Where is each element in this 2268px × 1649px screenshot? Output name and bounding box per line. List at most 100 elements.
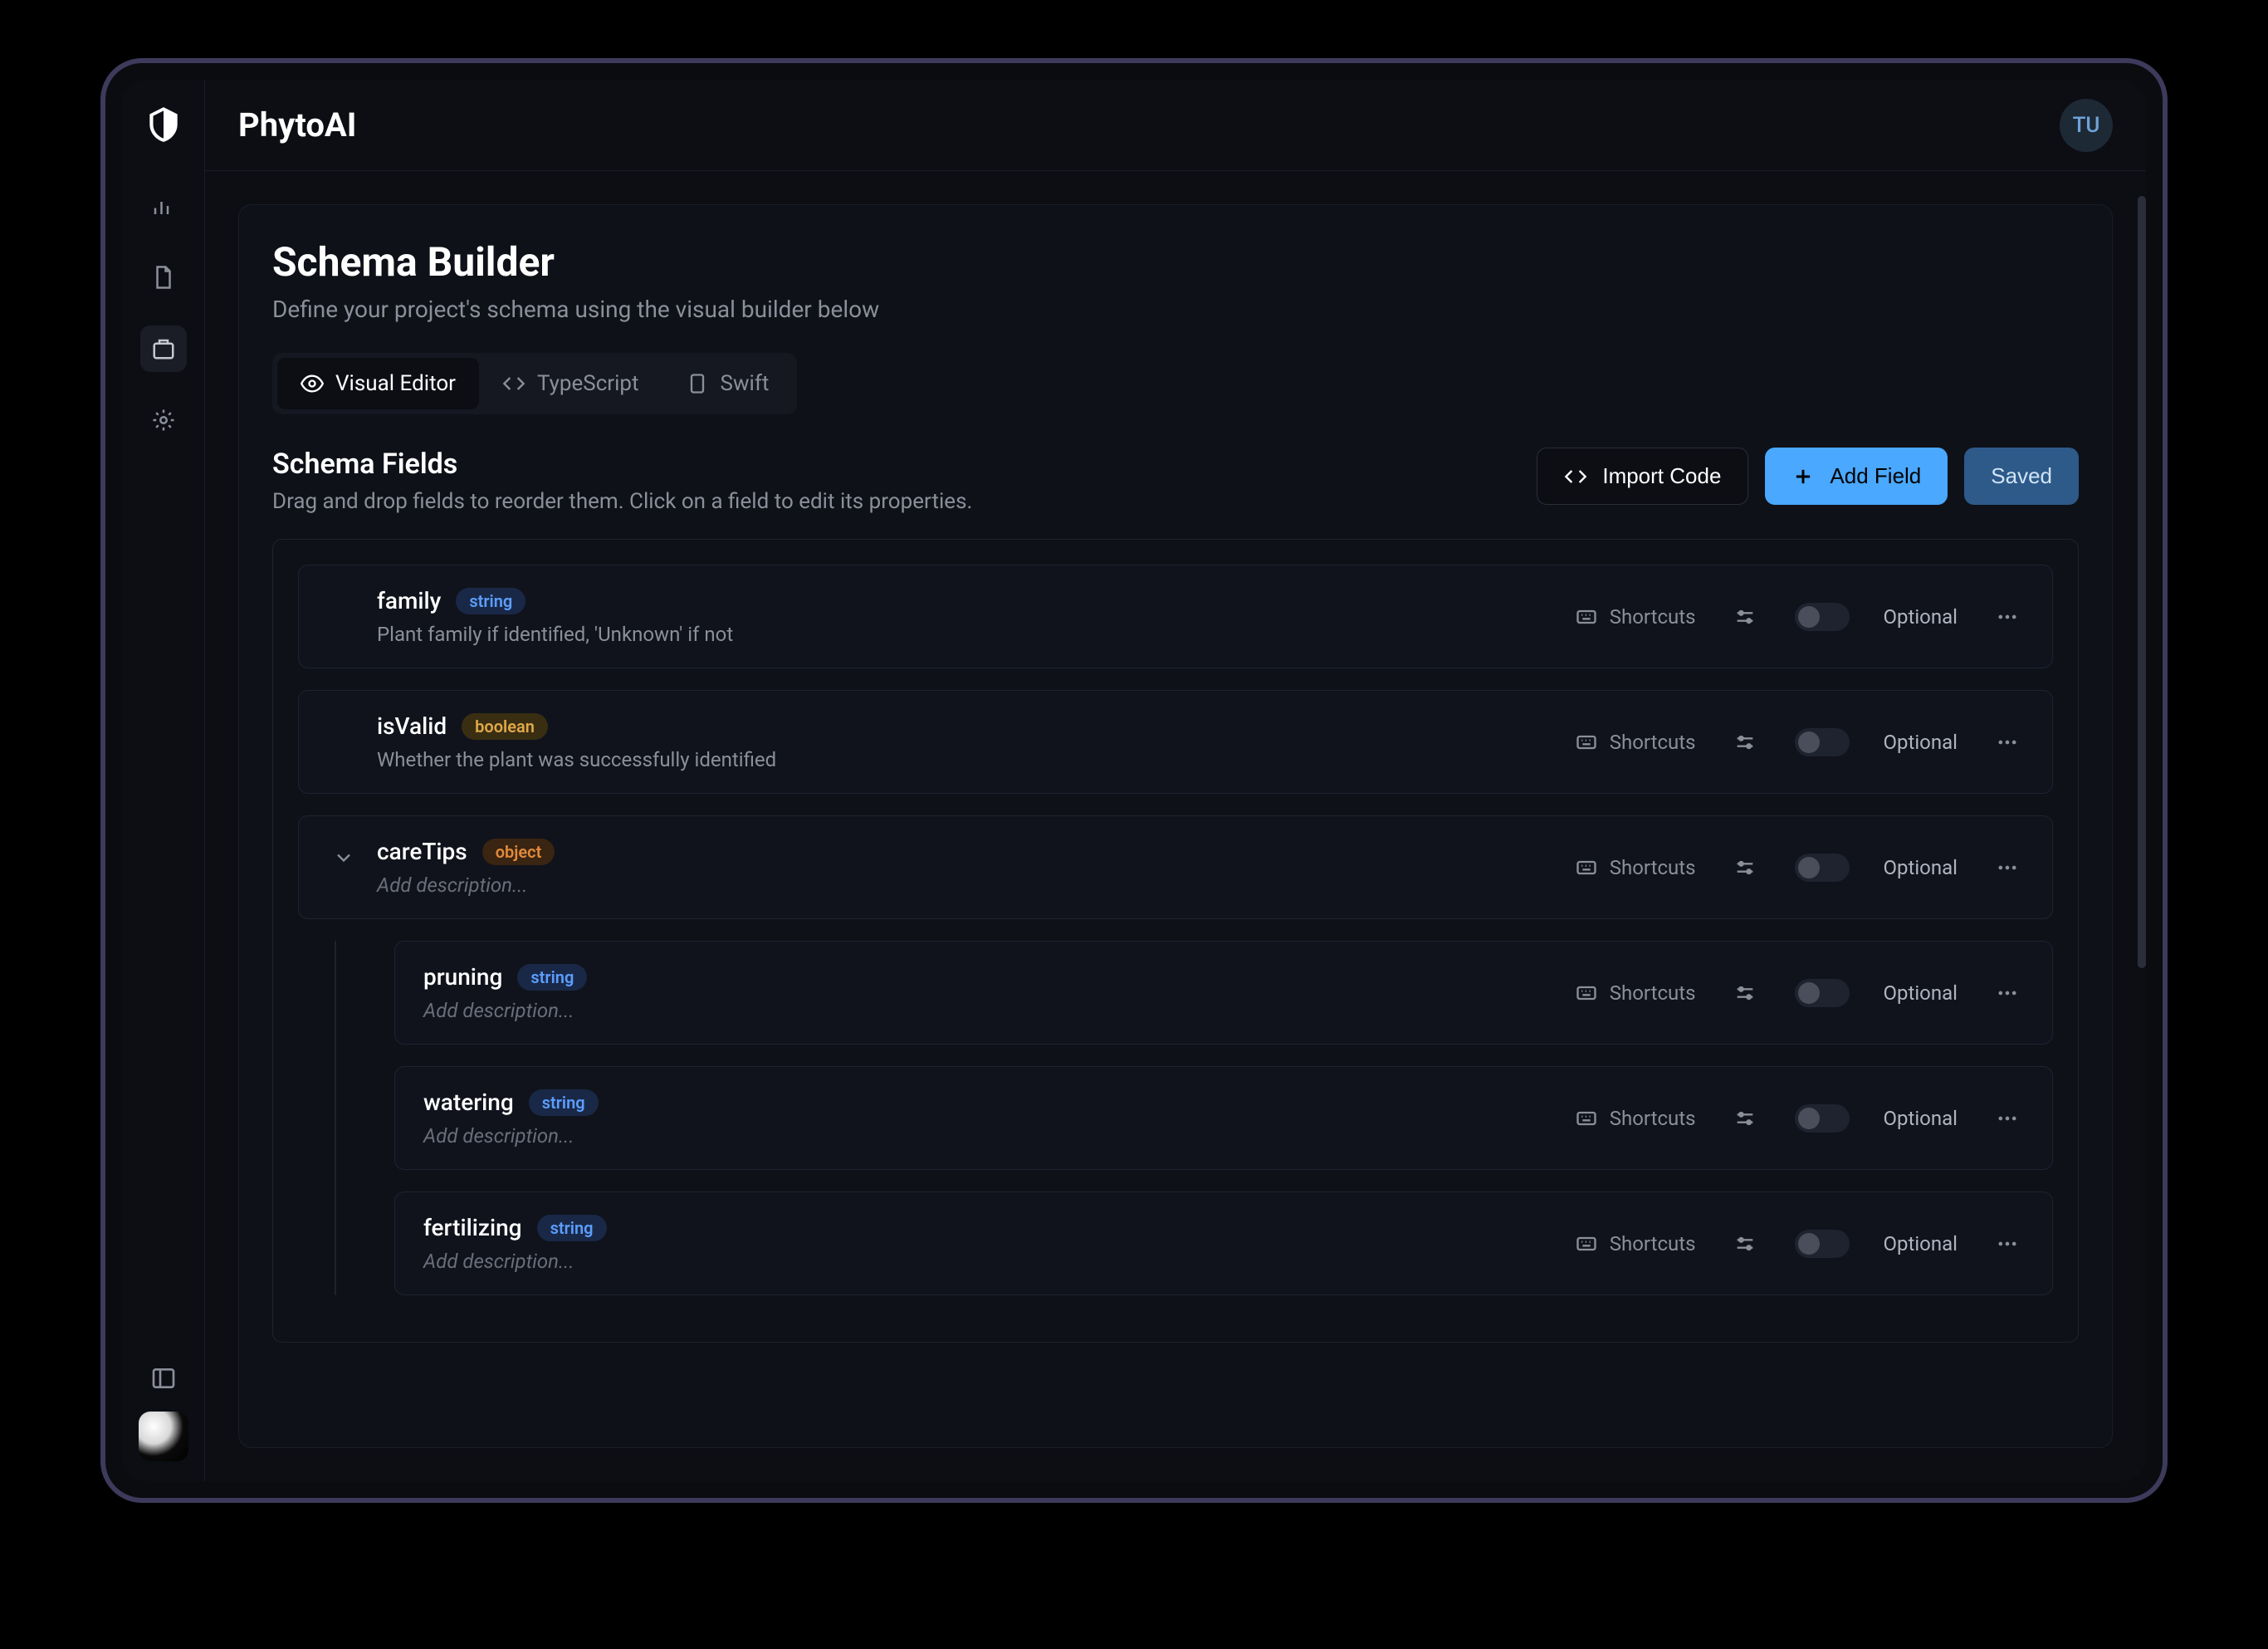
more-options-icon[interactable] xyxy=(1991,600,2024,634)
optional-toggle[interactable] xyxy=(1795,728,1850,756)
button-label: Saved xyxy=(1991,463,2052,489)
field-row[interactable]: fertilizing string Add description... xyxy=(394,1191,2053,1295)
content: Schema Builder Define your project's sch… xyxy=(205,171,2146,1481)
app-shell: PhytoAI TU Schema Builder Define your pr… xyxy=(122,80,2146,1481)
type-badge: string xyxy=(537,1215,607,1241)
field-settings-icon[interactable] xyxy=(1728,600,1762,634)
sidebar-bottom xyxy=(122,1362,204,1461)
nav-analytics-icon[interactable] xyxy=(140,183,187,229)
nested-fields: pruning string Add description... xyxy=(335,941,2053,1295)
type-badge: string xyxy=(456,588,525,614)
topbar: PhytoAI TU xyxy=(205,80,2146,171)
optional-toggle[interactable] xyxy=(1795,1230,1850,1258)
field-settings-icon[interactable] xyxy=(1728,726,1762,759)
optional-label: Optional xyxy=(1883,1232,1958,1255)
nav-document-icon[interactable] xyxy=(140,254,187,301)
import-code-button[interactable]: Import Code xyxy=(1537,448,1748,505)
more-options-icon[interactable] xyxy=(1991,1102,2024,1135)
tab-visual-editor[interactable]: Visual Editor xyxy=(277,358,479,409)
field-name: watering xyxy=(423,1089,514,1116)
field-description-placeholder[interactable]: Add description... xyxy=(423,1250,607,1273)
section-header-text: Schema Fields Drag and drop fields to re… xyxy=(272,448,972,514)
field-name: careTips xyxy=(377,838,467,865)
action-buttons: Import Code Add Field Saved xyxy=(1537,448,2079,505)
tab-swift[interactable]: Swift xyxy=(662,358,793,409)
optional-toggle[interactable] xyxy=(1795,854,1850,882)
field-actions: Shortcuts Optional xyxy=(1575,851,2024,884)
nav-settings-icon[interactable] xyxy=(140,397,187,443)
field-row[interactable]: careTips object Add description... Short… xyxy=(298,815,2053,919)
shortcuts-button[interactable]: Shortcuts xyxy=(1575,981,1696,1005)
field-row[interactable]: isValid boolean Whether the plant was su… xyxy=(298,690,2053,794)
field-info: watering string Add description... xyxy=(423,1089,599,1147)
field-name-row: fertilizing string xyxy=(423,1214,607,1241)
scrollbar[interactable] xyxy=(2138,196,2146,968)
field-actions: Shortcuts Optional xyxy=(1575,726,2024,759)
field-name-row: careTips object xyxy=(377,838,555,865)
optional-toggle[interactable] xyxy=(1795,1104,1850,1133)
fields-container: family string Plant family if identified… xyxy=(272,539,2079,1343)
field-description: Whether the plant was successfully ident… xyxy=(377,748,776,771)
keyboard-icon xyxy=(1575,1107,1598,1130)
field-name: family xyxy=(377,587,441,614)
sidebar-nav xyxy=(140,183,187,443)
field-info: fertilizing string Add description... xyxy=(423,1214,607,1273)
shortcuts-label: Shortcuts xyxy=(1610,605,1696,629)
shortcuts-button[interactable]: Shortcuts xyxy=(1575,605,1696,629)
field-settings-icon[interactable] xyxy=(1728,1102,1762,1135)
type-badge: string xyxy=(517,964,587,991)
field-description-placeholder[interactable]: Add description... xyxy=(423,999,587,1022)
field-settings-icon[interactable] xyxy=(1728,1227,1762,1260)
device-frame: PhytoAI TU Schema Builder Define your pr… xyxy=(100,58,2168,1503)
section-title: Schema Fields xyxy=(272,448,972,481)
shortcuts-label: Shortcuts xyxy=(1610,1232,1696,1255)
field-left: careTips object Add description... xyxy=(327,838,1575,897)
field-name-row: pruning string xyxy=(423,963,587,991)
app-title: PhytoAI xyxy=(238,105,357,144)
page-title: Schema Builder xyxy=(272,238,2079,286)
field-row[interactable]: family string Plant family if identified… xyxy=(298,565,2053,668)
optional-toggle[interactable] xyxy=(1795,979,1850,1007)
field-row[interactable]: pruning string Add description... xyxy=(394,941,2053,1045)
optional-label: Optional xyxy=(1883,981,1958,1005)
field-left: watering string Add description... xyxy=(423,1089,1575,1147)
field-settings-icon[interactable] xyxy=(1728,976,1762,1010)
shortcuts-label: Shortcuts xyxy=(1610,731,1696,754)
keyboard-icon xyxy=(1575,731,1598,754)
field-info: isValid boolean Whether the plant was su… xyxy=(377,712,776,771)
more-options-icon[interactable] xyxy=(1991,726,2024,759)
shortcuts-button[interactable]: Shortcuts xyxy=(1575,856,1696,879)
optional-label: Optional xyxy=(1883,856,1958,879)
field-name-row: watering string xyxy=(423,1089,599,1116)
field-description-placeholder[interactable]: Add description... xyxy=(377,873,555,897)
add-field-button[interactable]: Add Field xyxy=(1765,448,1948,505)
assistant-orb[interactable] xyxy=(139,1412,188,1461)
keyboard-icon xyxy=(1575,1232,1598,1255)
field-settings-icon[interactable] xyxy=(1728,851,1762,884)
field-name: isValid xyxy=(377,712,447,740)
field-actions: Shortcuts Optional xyxy=(1575,976,2024,1010)
field-name-row: family string xyxy=(377,587,733,614)
tab-typescript[interactable]: TypeScript xyxy=(479,358,662,409)
avatar[interactable]: TU xyxy=(2060,99,2113,152)
field-row[interactable]: watering string Add description... xyxy=(394,1066,2053,1170)
tablet-icon xyxy=(686,372,709,395)
saved-status-button[interactable]: Saved xyxy=(1964,448,2079,505)
app-logo xyxy=(139,100,188,149)
more-options-icon[interactable] xyxy=(1991,976,2024,1010)
shortcuts-button[interactable]: Shortcuts xyxy=(1575,1107,1696,1130)
nav-schema-icon[interactable] xyxy=(140,325,187,372)
field-description-placeholder[interactable]: Add description... xyxy=(423,1124,599,1147)
plus-icon xyxy=(1791,465,1815,488)
code-icon xyxy=(1564,465,1587,488)
chevron-down-icon[interactable] xyxy=(327,841,360,874)
more-options-icon[interactable] xyxy=(1991,851,2024,884)
shortcuts-button[interactable]: Shortcuts xyxy=(1575,731,1696,754)
field-info: family string Plant family if identified… xyxy=(377,587,733,646)
field-left: family string Plant family if identified… xyxy=(327,587,1575,646)
shortcuts-button[interactable]: Shortcuts xyxy=(1575,1232,1696,1255)
field-name: fertilizing xyxy=(423,1214,522,1241)
optional-toggle[interactable] xyxy=(1795,603,1850,631)
more-options-icon[interactable] xyxy=(1991,1227,2024,1260)
panel-toggle-icon[interactable] xyxy=(147,1362,180,1395)
